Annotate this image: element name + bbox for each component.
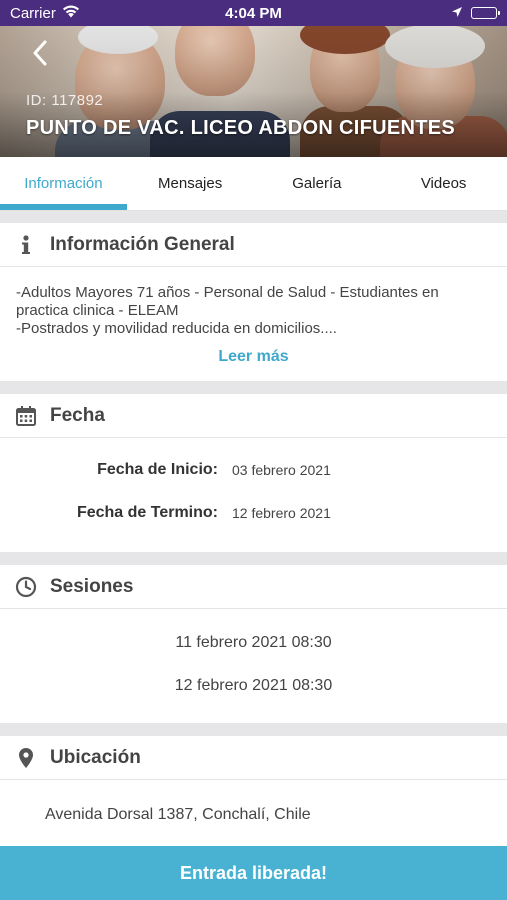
event-description: -Adultos Mayores 71 años - Personal de S…	[16, 284, 439, 337]
general-info-card: Información General -Adultos Mayores 71 …	[0, 223, 507, 381]
end-date-value: 12 febrero 2021	[232, 504, 331, 521]
start-date-label: Fecha de Inicio:	[97, 460, 218, 478]
tab-mensajes[interactable]: Mensajes	[127, 157, 254, 210]
free-entry-button[interactable]: Entrada liberada!	[0, 846, 507, 900]
read-more-link[interactable]: Leer más	[0, 348, 507, 366]
carrier-label: Carrier	[10, 4, 56, 22]
tab-videos[interactable]: Videos	[380, 157, 507, 210]
session-item: 11 febrero 2021 08:30	[175, 634, 332, 651]
location-address: Avenida Dorsal 1387, Conchalí, Chile	[45, 806, 311, 823]
map-pin-icon	[14, 746, 38, 770]
start-date-row: Fecha de Inicio: 03 febrero 2021	[0, 448, 507, 491]
battery-icon	[471, 7, 500, 19]
calendar-icon	[14, 404, 38, 428]
date-card: Fecha Fecha de Inicio: 03 febrero 2021 F…	[0, 394, 507, 552]
event-id: ID: 117892	[26, 92, 104, 109]
tab-informacion[interactable]: Información	[0, 157, 127, 210]
event-title: PUNTO DE VAC. LICEO ABDON CIFUENTES	[26, 117, 456, 139]
general-info-title: Información General	[50, 233, 235, 255]
start-date-value: 03 febrero 2021	[232, 461, 331, 478]
end-date-row: Fecha de Termino: 12 febrero 2021	[0, 491, 507, 534]
event-hero-image: ID: 117892 PUNTO DE VAC. LICEO ABDON CIF…	[0, 26, 507, 157]
sessions-header: Sesiones	[0, 565, 507, 609]
back-button[interactable]	[26, 38, 54, 68]
clock-icon	[14, 575, 38, 599]
session-item: 12 febrero 2021 08:30	[174, 677, 333, 694]
general-info-header: Información General	[0, 223, 507, 267]
sessions-title: Sesiones	[50, 575, 134, 597]
tab-bar: Información Mensajes Galería Videos	[0, 157, 507, 211]
info-icon	[14, 233, 38, 257]
date-title: Fecha	[50, 404, 105, 426]
end-date-label: Fecha de Termino:	[76, 503, 218, 521]
location-arrow-icon	[451, 5, 463, 22]
tab-galeria[interactable]: Galería	[254, 157, 381, 210]
status-bar: Carrier 4:04 PM	[0, 0, 507, 26]
location-title: Ubicación	[50, 746, 141, 768]
wifi-icon	[62, 5, 80, 22]
sessions-card: Sesiones 11 febrero 2021 08:30 12 febrer…	[0, 565, 507, 723]
date-header: Fecha	[0, 394, 507, 438]
location-card: Ubicación Avenida Dorsal 1387, Conchalí,…	[0, 736, 507, 846]
chevron-left-icon	[33, 40, 47, 66]
location-header: Ubicación	[0, 736, 507, 780]
